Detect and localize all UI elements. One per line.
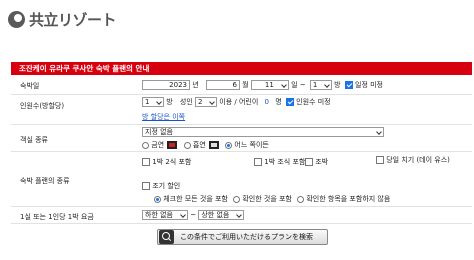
room-either-radio[interactable] xyxy=(225,141,233,149)
room-nonsmoking-radio[interactable] xyxy=(142,141,149,149)
year-input[interactable]: 2023 xyxy=(142,80,190,90)
day-unit: 일 ~ xyxy=(291,81,306,89)
chevron-down-icon xyxy=(209,99,215,105)
match-any-label: 확인한 것을 포함 xyxy=(242,195,292,203)
plan-roomonly-checkbox[interactable] xyxy=(305,158,313,166)
logo-text: 共立リゾート xyxy=(29,10,117,29)
plan-breakfast-checkbox[interactable] xyxy=(254,158,262,166)
guests-label: 인원수(방할당) xyxy=(20,102,65,110)
room-smoking-label: 흡연 xyxy=(192,141,206,149)
rooms-select-value: 1 xyxy=(145,98,150,106)
adults-prefix: 성인 xyxy=(179,98,193,106)
nights-select-value: 1 xyxy=(312,81,318,89)
exclude-label: 확인한 항목을 포함하지 않음 xyxy=(306,195,391,203)
match-all-label: 체크한 모든 것을 포함 xyxy=(163,195,228,203)
chevron-down-icon xyxy=(236,212,243,218)
search-icon xyxy=(159,230,174,244)
room-allocation-link[interactable]: 방 할당은 이쪽 xyxy=(142,112,185,122)
price-min-value: 하한 없음 xyxy=(145,211,173,219)
month-unit: 월 xyxy=(242,81,249,89)
price-max-select[interactable]: 상한 없음 xyxy=(198,210,245,220)
price-row: 1실 또는 1인당 1박 요금 하한 없음 ~ 상한 없음 xyxy=(11,207,472,224)
adults-select[interactable]: 2 xyxy=(195,97,218,107)
form-title: 조잔케이 유라쿠 쿠사안 숙박 플랜의 안내 xyxy=(11,62,472,75)
guests-row: 인원수(방할당) 1 방 성인 2 이용 / 어린이 0 명 인원수 미정 방 … xyxy=(11,95,472,125)
chevron-down-icon xyxy=(180,212,186,218)
room-smoking-radio[interactable] xyxy=(183,141,191,149)
logo-icon xyxy=(8,10,25,28)
chevron-down-icon xyxy=(281,82,287,88)
match-all-radio[interactable] xyxy=(154,195,161,203)
nights-select[interactable]: 1 xyxy=(309,80,332,90)
rooms-select[interactable]: 1 xyxy=(142,97,164,107)
plan-roomonly-label: 조박 xyxy=(315,158,329,166)
plan-2meals-label: 1박 2식 포함 xyxy=(152,158,192,166)
plan-earlybird-checkbox[interactable] xyxy=(142,182,150,190)
plan-type-row: 숙박 플랜의 종류 1박 2식 포함 1박 조식 포함 조박 당일 치기 (데이… xyxy=(11,152,472,207)
adults-unit: 이용 / 어린이 xyxy=(219,98,259,106)
room-nonsmoking-label: 금연 xyxy=(151,141,165,149)
month-input[interactable]: 6 xyxy=(205,80,240,90)
date-undecided-label: 일정 미정 xyxy=(355,81,383,89)
search-plans-button[interactable]: この条件でご利用いただけるプランを検索 xyxy=(157,229,328,245)
room-either-label: 어느 쪽이든 xyxy=(234,141,269,149)
checkin-row: 숙박일 2023 년 6 월 11 일 ~ 1 방 일정 미정 xyxy=(11,76,472,95)
room-type-row: 객실 종류 지정 없음 금연 흡연 어느 쪽이든 xyxy=(11,125,472,152)
rooms-unit: 방 xyxy=(166,98,173,106)
plan-dayuse-label: 당일 치기 (데이 유스) xyxy=(386,156,450,164)
guests-undecided-label: 인원수 미정 xyxy=(296,98,331,106)
non-smoking-icon xyxy=(167,141,178,149)
plan-dayuse-checkbox[interactable] xyxy=(376,156,384,164)
price-min-select[interactable]: 하한 없음 xyxy=(142,210,188,220)
price-max-value: 상한 없음 xyxy=(201,211,230,219)
date-undecided-checkbox[interactable] xyxy=(344,81,353,89)
room-type-label: 객실 종류 xyxy=(20,136,48,144)
plan-2meals-checkbox[interactable] xyxy=(142,158,150,166)
day-select[interactable]: 11 xyxy=(250,80,289,90)
guests-undecided-checkbox[interactable] xyxy=(285,98,294,106)
search-plans-label: この条件でご利用いただけるプランを検索 xyxy=(180,233,313,241)
exclude-radio[interactable] xyxy=(297,195,305,203)
year-unit: 년 xyxy=(192,81,199,89)
price-label: 1실 또는 1인당 1박 요금 xyxy=(20,213,94,221)
day-select-value: 11 xyxy=(264,81,274,89)
children-unit: 명 xyxy=(275,98,282,106)
nights-unit: 방 xyxy=(334,81,341,89)
smoking-icon xyxy=(208,141,219,149)
adults-select-value: 2 xyxy=(198,98,203,106)
room-type-select-value: 지정 없음 xyxy=(145,128,173,136)
price-separator: ~ xyxy=(190,211,197,219)
chevron-down-icon xyxy=(324,82,330,88)
match-any-radio[interactable] xyxy=(233,195,241,203)
plan-breakfast-label: 1박 조식 포함 xyxy=(264,158,306,166)
plan-type-label: 숙박 플랜의 종류 xyxy=(20,177,70,185)
plan-earlybird-label: 조기 할인 xyxy=(152,182,181,190)
room-type-select[interactable]: 지정 없음 xyxy=(142,127,384,137)
chevron-down-icon xyxy=(156,99,162,105)
site-logo[interactable]: 共立リゾート xyxy=(8,9,117,29)
children-count[interactable]: 0 xyxy=(265,98,269,106)
checkin-label: 숙박일 xyxy=(20,82,40,90)
chevron-down-icon xyxy=(376,129,382,135)
